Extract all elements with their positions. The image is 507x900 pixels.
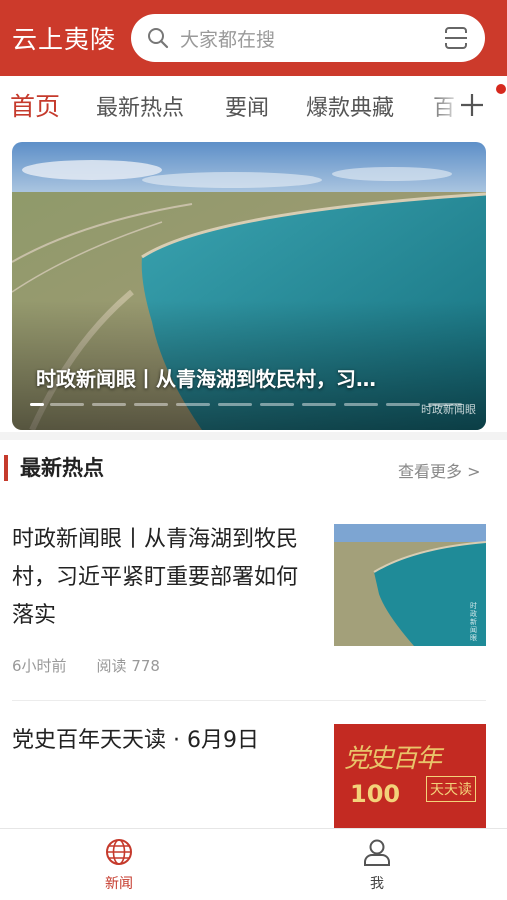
list-divider bbox=[12, 700, 486, 701]
banner-watermark: 时政新闻眼 bbox=[421, 403, 476, 416]
carousel-dot[interactable] bbox=[260, 403, 294, 406]
article-reads: 阅读 778 bbox=[96, 657, 160, 675]
article-title[interactable]: 时政新闻眼丨从青海湖到牧民村，习近平紧盯重要部署如何落实 bbox=[12, 521, 312, 635]
nav-me[interactable]: 我 bbox=[337, 837, 417, 893]
tab-home[interactable]: 首页 bbox=[10, 87, 60, 123]
search-placeholder: 大家都在搜 bbox=[180, 29, 276, 51]
carousel-dot[interactable] bbox=[218, 403, 252, 406]
carousel-dot[interactable] bbox=[302, 403, 336, 406]
nav-label: 我 bbox=[370, 876, 384, 892]
user-icon bbox=[364, 839, 390, 866]
channel-tabs: 首页 最新热点 要闻 爆款典藏 百 bbox=[0, 76, 507, 136]
carousel-dot[interactable] bbox=[134, 403, 168, 406]
top-header: 云上夷陵 大家都在搜 bbox=[0, 0, 507, 76]
carousel-dot[interactable] bbox=[344, 403, 378, 406]
carousel-indicator bbox=[30, 403, 470, 406]
article-thumbnail[interactable]: 党史百年 100 天天读 bbox=[334, 724, 486, 828]
tab-latest-hot[interactable]: 最新热点 bbox=[96, 90, 184, 122]
thumbnail-badge: 天天读 bbox=[426, 776, 476, 802]
banner-caption: 时政新闻眼丨从青海湖到牧民村，习… bbox=[36, 367, 376, 391]
app-title: 云上夷陵 bbox=[12, 25, 117, 54]
search-input[interactable]: 大家都在搜 bbox=[131, 14, 485, 62]
carousel-dot[interactable] bbox=[386, 403, 420, 406]
article-time: 6小时前 bbox=[12, 657, 67, 675]
banner-carousel[interactable]: 时政新闻眼丨从青海湖到牧民村，习… 时政新闻眼 bbox=[12, 142, 486, 430]
tab-headlines[interactable]: 要闻 bbox=[225, 90, 269, 122]
nav-label: 新闻 bbox=[105, 876, 133, 892]
add-channel-icon[interactable] bbox=[457, 90, 487, 120]
scan-icon[interactable] bbox=[443, 25, 469, 51]
view-more-link[interactable]: 查看更多 > bbox=[398, 458, 481, 482]
carousel-dot[interactable] bbox=[30, 403, 44, 406]
carousel-dot[interactable] bbox=[176, 403, 210, 406]
section-accent-bar bbox=[4, 455, 8, 481]
bottom-navigation: 新闻 我 bbox=[0, 828, 507, 900]
article-thumbnail[interactable]: 时政新闻眼 bbox=[334, 524, 486, 646]
search-icon bbox=[148, 28, 169, 49]
thumbnail-title: 党史百年 bbox=[344, 744, 442, 774]
notification-dot bbox=[496, 84, 506, 94]
thumbnail-image bbox=[334, 524, 486, 646]
carousel-dot[interactable] bbox=[92, 403, 126, 406]
nav-news[interactable]: 新闻 bbox=[79, 837, 159, 893]
article-meta: 6小时前 阅读 778 bbox=[12, 655, 160, 676]
section-divider bbox=[0, 432, 507, 440]
thumbnail-number: 100 bbox=[350, 780, 401, 808]
tab-classics[interactable]: 爆款典藏 bbox=[306, 90, 394, 122]
section-title: 最新热点 bbox=[20, 456, 104, 480]
globe-icon bbox=[106, 839, 132, 865]
thumbnail-watermark: 时政新闻眼 bbox=[470, 602, 477, 642]
carousel-dot[interactable] bbox=[50, 403, 84, 406]
article-title[interactable]: 党史百年天天读 · 6月9日 bbox=[12, 722, 312, 760]
